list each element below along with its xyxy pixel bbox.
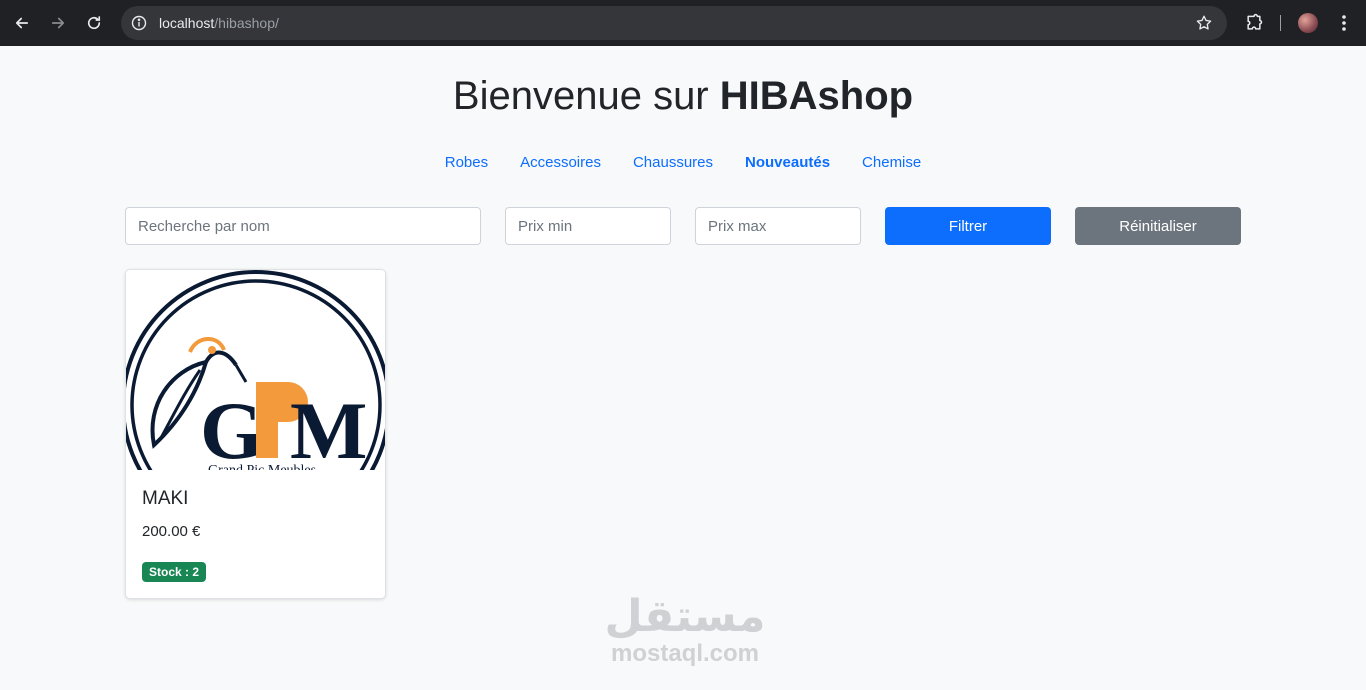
filter-button[interactable]: Filtrer — [885, 207, 1051, 245]
logo-letter-g: G — [200, 385, 264, 470]
bookmark-star-icon[interactable] — [1195, 14, 1213, 32]
page-title: Bienvenue sur HIBAshop — [0, 74, 1366, 119]
page-content: Bienvenue sur HIBAshop Robes Accessoires… — [0, 46, 1366, 690]
address-bar[interactable]: localhost/hibashop/ — [121, 6, 1227, 40]
extensions-puzzle-icon[interactable] — [1244, 13, 1264, 33]
arrow-left-icon — [15, 17, 29, 29]
max-price-input[interactable] — [695, 207, 861, 245]
reset-button[interactable]: Réinitialiser — [1075, 207, 1241, 245]
title-brand: HIBAshop — [719, 74, 914, 118]
browser-toolbar: localhost/hibashop/ — [0, 0, 1366, 46]
title-prefix: Bienvenue sur — [452, 74, 720, 118]
product-card[interactable]: G M Grand Pic Meubles MAKI 200.00 € Stoc… — [125, 269, 386, 599]
category-link-chemise[interactable]: Chemise — [862, 154, 921, 171]
forward-button[interactable] — [40, 5, 76, 41]
url-text: localhost/hibashop/ — [159, 15, 279, 31]
site-info-icon[interactable] — [131, 15, 147, 31]
product-image: G M Grand Pic Meubles — [126, 270, 385, 470]
category-nav: Robes Accessoires Chaussures Nouveautés … — [0, 154, 1366, 171]
category-link-chaussures[interactable]: Chaussures — [633, 154, 713, 171]
category-link-nouveautes[interactable]: Nouveautés — [745, 154, 830, 171]
reload-icon — [87, 16, 101, 30]
product-name: MAKI — [142, 488, 189, 509]
logo-letter-p-stem — [256, 382, 278, 458]
back-button[interactable] — [4, 5, 40, 41]
url-path: /hibashop/ — [214, 15, 279, 31]
toolbar-divider — [1280, 15, 1281, 31]
min-price-input[interactable] — [505, 207, 671, 245]
watermark-arabic: مستقل — [604, 591, 766, 642]
more-menu-icon[interactable] — [1336, 13, 1352, 33]
arrow-right-icon — [51, 17, 65, 29]
watermark: مستقل mostaql.com — [600, 594, 770, 668]
watermark-latin: mostaql.com — [610, 640, 760, 667]
category-link-accessoires[interactable]: Accessoires — [520, 154, 601, 171]
profile-avatar[interactable] — [1298, 13, 1318, 33]
search-input[interactable] — [125, 207, 481, 245]
product-price: 200.00 € — [142, 523, 201, 540]
category-link-robes[interactable]: Robes — [445, 154, 488, 171]
logo-subtext: Grand Pic Meubles — [208, 463, 316, 470]
logo-letter-m: M — [290, 385, 367, 470]
url-host: localhost — [159, 15, 215, 31]
reload-button[interactable] — [76, 5, 112, 41]
stock-badge: Stock : 2 — [142, 562, 207, 582]
